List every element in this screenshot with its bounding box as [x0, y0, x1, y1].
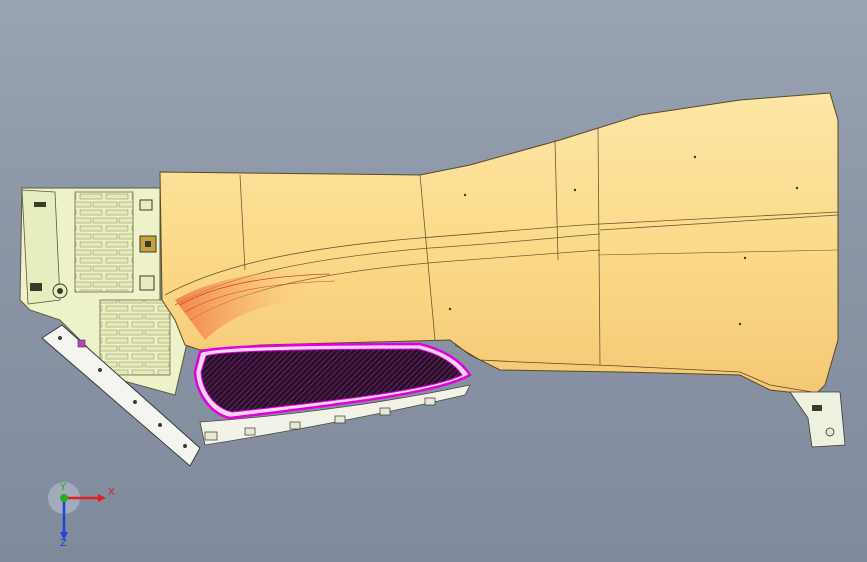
- grille-opening[interactable]: [193, 342, 472, 420]
- y-axis-dot: [60, 494, 68, 502]
- coordinate-triad: X Y Z: [48, 482, 115, 548]
- z-axis-label: Z: [60, 538, 67, 548]
- x-axis-label: X: [108, 487, 115, 498]
- y-axis-label: Y: [59, 482, 67, 493]
- cad-model[interactable]: [0, 0, 867, 562]
- cad-viewport[interactable]: X Y Z: [0, 0, 867, 562]
- right-end-bracket[interactable]: [789, 391, 846, 448]
